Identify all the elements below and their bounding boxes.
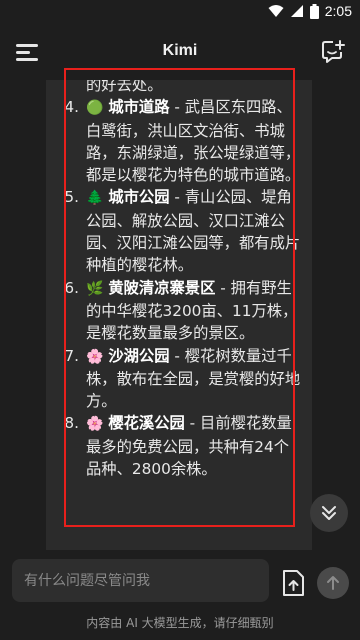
circle-emoji-icon: 🟢 bbox=[86, 100, 104, 117]
tree-emoji-icon: 🌲 bbox=[86, 190, 104, 207]
list-item: 5. 🌲 城市公园 - 青山公园、堤角公园、解放公园、汉口江滩公园、汉阳江滩公园等… bbox=[64, 188, 301, 275]
cherry-blossom-emoji-icon: 🌸 bbox=[86, 416, 104, 433]
message-fragment: 的好去处。 bbox=[86, 80, 163, 94]
list-item: 7. 🌸 沙湖公园 - 樱花树数量过千株，散布在全园，是赏樱的好地方。 bbox=[64, 346, 301, 411]
message-area: 的好去处。 4. 🟢 城市道路 - 武昌区东四路、白鹭街，洪山区文治街、书城路，东… bbox=[46, 80, 312, 550]
send-arrow-icon bbox=[327, 576, 339, 590]
disclaimer-text: 内容由 AI 大模型生成，请仔细甄别 bbox=[86, 616, 274, 630]
page-title: Kimi bbox=[162, 42, 198, 59]
assistant-message: 的好去处。 4. 🟢 城市道路 - 武昌区东四路、白鹭街，洪山区文治街、书城路，东… bbox=[46, 80, 312, 480]
signal-icon bbox=[290, 5, 303, 17]
double-chevron-down-icon bbox=[322, 506, 336, 520]
upload-file-icon[interactable] bbox=[281, 569, 305, 597]
list-item: 4. 🟢 城市道路 - 武昌区东四路、白鹭街，洪山区文治街、书城路，东湖绿道，张公… bbox=[64, 98, 301, 185]
cherry-blossom-emoji-icon: 🌸 bbox=[86, 348, 104, 365]
status-icons: 2:05 bbox=[268, 3, 352, 19]
herb-emoji-icon: 🌿 bbox=[86, 280, 104, 297]
composer: 内容由 AI 大模型生成，请仔细甄别 bbox=[0, 550, 360, 640]
status-time: 2:05 bbox=[324, 3, 352, 19]
scroll-down-button[interactable] bbox=[310, 494, 348, 532]
status-bar: 2:05 bbox=[0, 0, 360, 24]
message-input-box[interactable] bbox=[12, 559, 269, 602]
top-bar: Kimi bbox=[0, 26, 360, 78]
send-button[interactable] bbox=[317, 567, 349, 599]
list-item: 8. 🌸 樱花溪公园 - 目前樱花数量最多的免费公园，共种有24个品种、2800余… bbox=[64, 414, 292, 479]
list-item: 6. 🌿 黄陂清凉寨景区 - 拥有野生的中华樱花3200亩、11万株，是樱花数量最… bbox=[64, 278, 298, 343]
wifi-icon bbox=[268, 5, 284, 17]
message-input[interactable] bbox=[12, 559, 269, 602]
new-chat-icon[interactable] bbox=[320, 39, 346, 65]
battery-icon bbox=[309, 3, 319, 19]
